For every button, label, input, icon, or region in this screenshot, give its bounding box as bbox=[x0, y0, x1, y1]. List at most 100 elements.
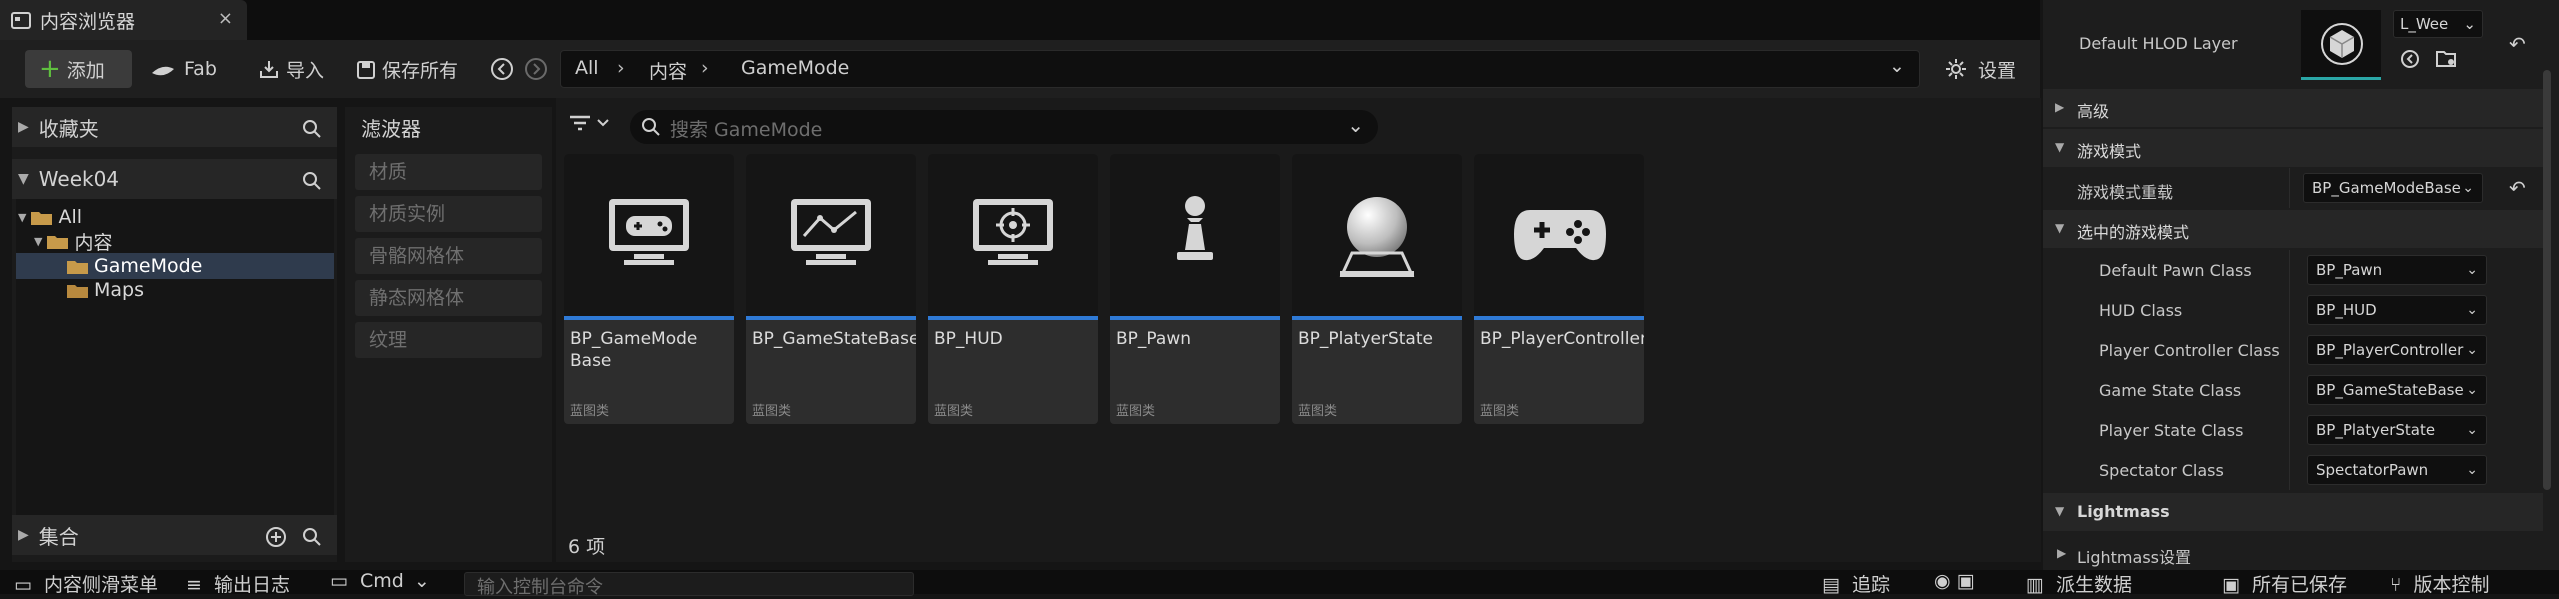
add-collection-icon[interactable] bbox=[265, 523, 287, 548]
search-input[interactable]: 搜索 GameMode ⌄ bbox=[630, 110, 1378, 144]
import-button[interactable]: 导入 bbox=[258, 50, 324, 88]
content-drawer-button[interactable]: ▭ 内容侧滑菜单 bbox=[14, 570, 158, 597]
asset-card[interactable]: BP_GameStateBase 蓝图类 bbox=[746, 154, 916, 424]
arrow-left-circle-icon bbox=[490, 57, 514, 81]
reset-arrow-icon[interactable]: ↶ bbox=[2509, 176, 2526, 200]
asset-card[interactable]: BP_PlayerController 蓝图类 bbox=[1474, 154, 1644, 424]
tab-content-browser[interactable]: 内容浏览器 × bbox=[0, 0, 247, 40]
breadcrumb-separator-icon: › bbox=[617, 57, 625, 79]
tree-item-content[interactable]: ▼ 内容 bbox=[34, 229, 112, 254]
asset-card[interactable]: BP_HUD 蓝图类 bbox=[928, 154, 1098, 424]
trace-button[interactable]: ▤ 追踪 bbox=[1822, 570, 1890, 597]
filter-item-texture[interactable]: 纹理 bbox=[355, 322, 542, 358]
history-back-button[interactable] bbox=[490, 50, 514, 88]
row-game-state-class: Game State Class BP_GameStateBase ⌄ bbox=[2043, 370, 2543, 410]
row-hud-class: HUD Class BP_HUD ⌄ bbox=[2043, 290, 2543, 330]
section-game-mode[interactable]: ▼ 游戏模式 bbox=[2043, 129, 2543, 167]
breadcrumb-content[interactable]: 内容 bbox=[649, 57, 687, 84]
history-forward-button[interactable] bbox=[524, 50, 548, 88]
asset-type-bar bbox=[1292, 316, 1462, 320]
hlod-asset-picker[interactable]: L_Wee ⌄ bbox=[2393, 10, 2483, 38]
breadcrumb-all[interactable]: All bbox=[575, 57, 599, 79]
game-mode-override-select[interactable]: BP_GameModeBase ⌄ bbox=[2303, 173, 2483, 203]
settings-button[interactable]: 设置 bbox=[1944, 50, 2016, 88]
hud-class-select[interactable]: BP_HUD ⌄ bbox=[2307, 295, 2487, 325]
asset-type: 蓝图类 bbox=[1480, 404, 1520, 419]
hlod-thumbnail[interactable] bbox=[2301, 10, 2381, 80]
recording-icon[interactable]: ◉ ▣ bbox=[1934, 570, 1975, 592]
section-lightmass[interactable]: ▼ Lightmass bbox=[2043, 493, 2543, 531]
save-icon bbox=[356, 58, 376, 80]
fab-icon bbox=[150, 58, 176, 80]
section-selected-game-mode[interactable]: ▼ 选中的游戏模式 bbox=[2043, 210, 2543, 248]
fab-button[interactable]: Fab bbox=[150, 50, 217, 88]
derived-data-button[interactable]: ▥ 派生数据 bbox=[2026, 570, 2132, 597]
column-divider bbox=[2289, 250, 2290, 490]
asset-card[interactable]: BP_GameMode Base 蓝图类 bbox=[564, 154, 734, 424]
favorites-header[interactable]: ▶ 收藏夹 bbox=[12, 107, 337, 147]
folder-icon bbox=[66, 279, 90, 301]
breadcrumb-gamemode[interactable]: GameMode bbox=[741, 57, 849, 79]
output-log-button[interactable]: ≡ 输出日志 bbox=[186, 570, 290, 597]
player-state-class-select[interactable]: BP_PlatyerState ⌄ bbox=[2307, 415, 2487, 445]
chevron-down-icon[interactable]: ⌄ bbox=[1347, 113, 1364, 137]
terminal-icon: ▭ bbox=[330, 570, 348, 592]
tree-item-maps[interactable]: Maps bbox=[66, 278, 144, 302]
all-saved-button[interactable]: ▣ 所有已保存 bbox=[2222, 570, 2347, 597]
filter-item-skeletal-mesh[interactable]: 骨骼网格体 bbox=[355, 238, 542, 274]
cmd-dropdown[interactable]: ▭ Cmd ⌄ bbox=[330, 570, 430, 592]
asset-card[interactable]: BP_PlatyerState 蓝图类 bbox=[1292, 154, 1462, 424]
save-all-button[interactable]: 保存所有 bbox=[356, 50, 458, 88]
chevron-down-icon[interactable]: ⌄ bbox=[1889, 55, 1905, 77]
trace-icon: ▤ bbox=[1822, 574, 1840, 596]
player-controller-class-select[interactable]: BP_PlayerController ⌄ bbox=[2307, 335, 2487, 365]
chevron-down-icon: ▼ bbox=[18, 210, 27, 224]
chevron-down-icon: ▼ bbox=[2055, 221, 2065, 235]
tree-item-all[interactable]: ▼ All bbox=[18, 205, 82, 229]
arrow-right-circle-icon bbox=[524, 57, 548, 81]
section-advanced[interactable]: ▶ 高级 bbox=[2043, 89, 2543, 127]
asset-card[interactable]: BP_Pawn 蓝图类 bbox=[1110, 154, 1280, 424]
folder-open-icon bbox=[30, 206, 54, 228]
console-input[interactable]: 输入控制台命令 bbox=[464, 572, 914, 598]
chevron-down-icon: ⌄ bbox=[413, 570, 430, 592]
row-lightmass-settings[interactable]: ▶ Lightmass设置 bbox=[2043, 533, 2543, 573]
add-button[interactable]: + 添加 bbox=[25, 50, 132, 88]
search-icon[interactable] bbox=[301, 523, 323, 548]
filter-item-material-instance[interactable]: 材质实例 bbox=[355, 196, 542, 232]
path-breadcrumb[interactable]: All › 内容 › GameMode ⌄ bbox=[560, 50, 1920, 88]
breadcrumb-separator-icon: › bbox=[701, 57, 709, 79]
asset-type-bar bbox=[564, 316, 734, 320]
browse-folder-icon[interactable] bbox=[2435, 48, 2459, 70]
default-pawn-class-select[interactable]: BP_Pawn ⌄ bbox=[2307, 255, 2487, 285]
sources-panel: ▶ 收藏夹 ▼ Week04 ▼ All ▼ 内容 GameMode Maps … bbox=[12, 107, 337, 562]
project-header[interactable]: ▼ Week04 bbox=[12, 159, 337, 199]
asset-type-bar bbox=[1110, 316, 1280, 320]
collections-header[interactable]: ▶ 集合 bbox=[12, 515, 337, 555]
reset-arrow-icon[interactable]: ↶ bbox=[2509, 32, 2526, 56]
filter-item-static-mesh[interactable]: 静态网格体 bbox=[355, 280, 542, 316]
asset-thumbnail bbox=[928, 154, 1098, 316]
chevron-down-icon: ⌄ bbox=[2466, 462, 2478, 478]
tab-title: 内容浏览器 bbox=[40, 10, 136, 33]
search-icon[interactable] bbox=[301, 115, 323, 140]
gamepad-icon bbox=[1512, 204, 1608, 268]
details-scrollbar[interactable] bbox=[2543, 70, 2551, 490]
filter-dropdown-button[interactable] bbox=[568, 112, 612, 134]
asset-type: 蓝图类 bbox=[752, 404, 792, 419]
search-icon[interactable] bbox=[301, 167, 323, 192]
spectator-class-select[interactable]: SpectatorPawn ⌄ bbox=[2307, 455, 2487, 485]
close-icon[interactable]: × bbox=[218, 8, 233, 29]
filter-item-material[interactable]: 材质 bbox=[355, 154, 542, 190]
asset-type-bar bbox=[928, 316, 1098, 320]
gear-icon bbox=[1944, 57, 1968, 81]
use-selected-icon[interactable] bbox=[2399, 48, 2421, 70]
details-panel: Default HLOD Layer L_Wee ⌄ ↶ ▶ 高级 ▼ 游戏模式… bbox=[2043, 0, 2559, 594]
asset-name: BP_Pawn bbox=[1116, 329, 1191, 349]
source-control-button[interactable]: ⑂ 版本控制 bbox=[2390, 570, 2489, 597]
row-player-state-class: Player State Class BP_PlatyerState ⌄ bbox=[2043, 410, 2543, 450]
tree-item-gamemode[interactable]: GameMode bbox=[66, 254, 202, 278]
hud-monitor-icon bbox=[968, 194, 1058, 278]
game-state-class-select[interactable]: BP_GameStateBase ⌄ bbox=[2307, 375, 2487, 405]
chevron-down-icon: ⌄ bbox=[2463, 15, 2476, 33]
